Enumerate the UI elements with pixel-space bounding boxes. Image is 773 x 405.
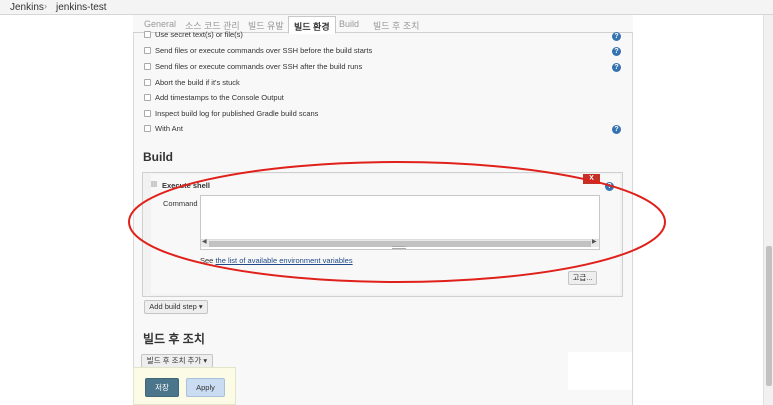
option-label: Add timestamps to the Console Output [155,93,284,102]
checkbox[interactable] [144,94,151,101]
page-scrollbar[interactable] [763,15,773,405]
breadcrumb: Jenkins › jenkins-test › [0,0,773,15]
option-label: Send files or execute commands over SSH … [155,46,373,55]
env-vars-note: See the list of available environment va… [200,256,353,265]
drag-handle-icon[interactable] [151,181,157,187]
delete-step-button[interactable]: X [583,174,600,184]
post-build-heading: 빌드 후 조치 [143,332,205,346]
env-vars-link[interactable]: the list of available environment variab… [215,256,352,265]
advanced-button[interactable]: 고급... [568,271,597,285]
help-icon[interactable]: ? [612,125,621,134]
resize-grip-icon[interactable] [392,246,406,249]
env-vars-prefix: See [200,256,216,265]
page-scrollbar-thumb[interactable] [766,246,772,386]
option-label: Abort the build if it's stuck [155,78,240,87]
breadcrumb-jenkins-test[interactable]: jenkins-test [56,2,107,13]
add-post-build-action-button[interactable]: 빌드 후 조치 추가 ▾ [141,354,213,368]
scroll-left-icon[interactable]: ◀ [202,238,207,245]
help-icon[interactable]: ? [612,32,621,41]
option-label: Use secret text(s) or file(s) [155,30,243,39]
option-label: Send files or execute commands over SSH … [155,62,363,71]
help-icon[interactable]: ? [612,47,621,56]
checkbox[interactable] [144,63,151,70]
tab-general[interactable]: General [144,19,176,29]
tab-post-build[interactable]: 빌드 후 조치 [373,19,419,32]
option-label: Inspect build log for published Gradle b… [155,109,319,118]
apply-button[interactable]: Apply [186,378,225,397]
checkbox[interactable] [144,79,151,86]
step-title: Execute shell [162,181,210,190]
help-icon[interactable]: ? [612,63,621,72]
breadcrumb-separator: › [44,1,47,11]
command-label: Command [163,199,198,208]
scroll-right-icon[interactable]: ▶ [592,238,597,245]
tab-build-environment[interactable]: 빌드 환경 [288,16,336,34]
checkbox[interactable] [144,47,151,54]
build-heading: Build [143,150,173,164]
help-icon[interactable]: ? [605,182,614,191]
save-button[interactable]: 저장 [145,378,179,397]
checkbox[interactable] [144,125,151,132]
option-label: With Ant [155,124,183,133]
tab-build[interactable]: Build [339,19,359,29]
blank-overlay [568,352,632,390]
add-build-step-button[interactable]: Add build step ▾ [144,300,208,314]
checkbox[interactable] [144,31,151,38]
tab-triggers[interactable]: 빌드 유발 [248,19,284,32]
breadcrumb-jenkins[interactable]: Jenkins [10,2,44,13]
checkbox[interactable] [144,110,151,117]
breadcrumb-separator: › [103,1,106,11]
